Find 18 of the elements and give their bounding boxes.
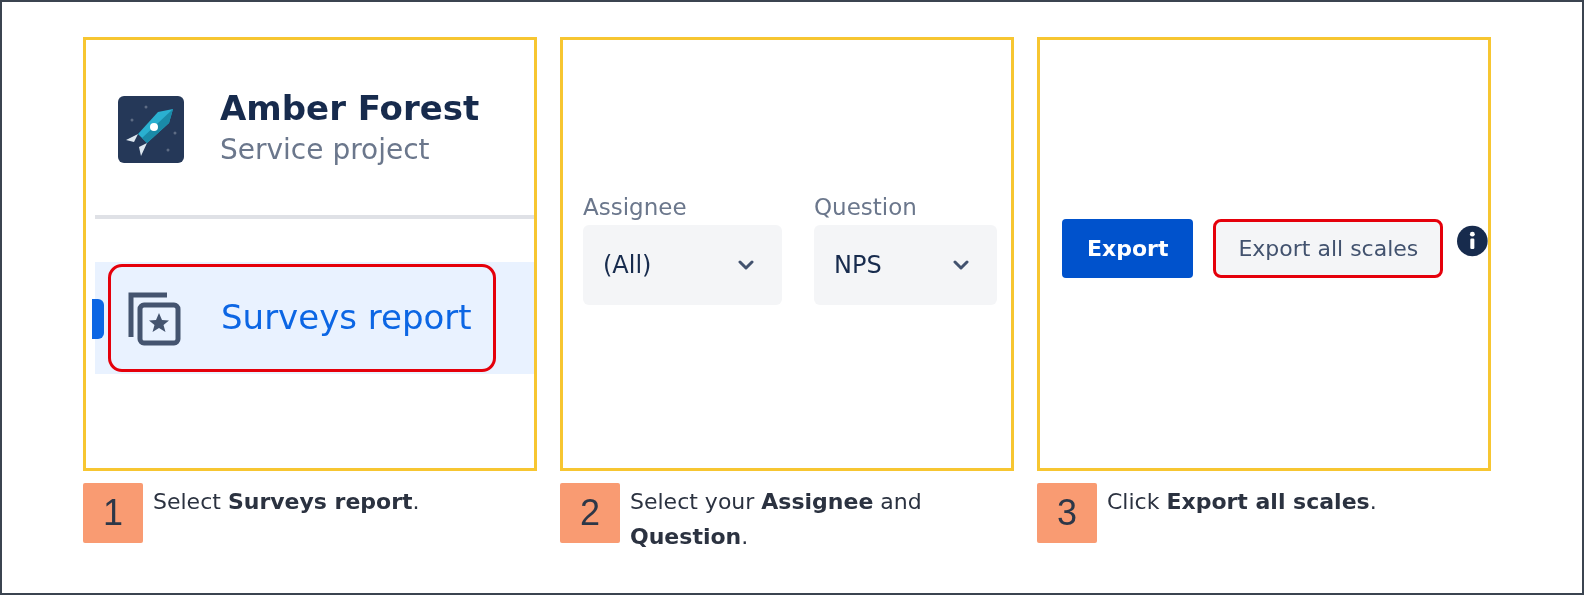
step-number: 2 (560, 483, 620, 543)
project-name: Amber Forest (220, 88, 480, 129)
step-number: 1 (83, 483, 143, 543)
dropdown-select[interactable]: (All) (583, 224, 782, 305)
step-number: 3 (1037, 483, 1097, 543)
chevron-down-icon (953, 259, 969, 270)
step-caption: Select your Assignee and Question. (630, 488, 923, 551)
chevron-down-icon (738, 259, 754, 270)
export-all-button[interactable]: Export all scales (1213, 219, 1444, 278)
filter-label: Assignee (583, 193, 688, 222)
project-type: Service project (220, 131, 431, 168)
nav-item[interactable]: Surveys report (108, 263, 496, 372)
rocket-icon (118, 95, 184, 163)
step-caption: Select Surveys report. (153, 488, 420, 516)
export-button[interactable]: Export (1062, 219, 1194, 278)
step-caption: Click Export all scales. (1107, 488, 1377, 516)
filter-label: Question (814, 193, 918, 222)
dropdown-select[interactable]: NPS (814, 224, 997, 305)
